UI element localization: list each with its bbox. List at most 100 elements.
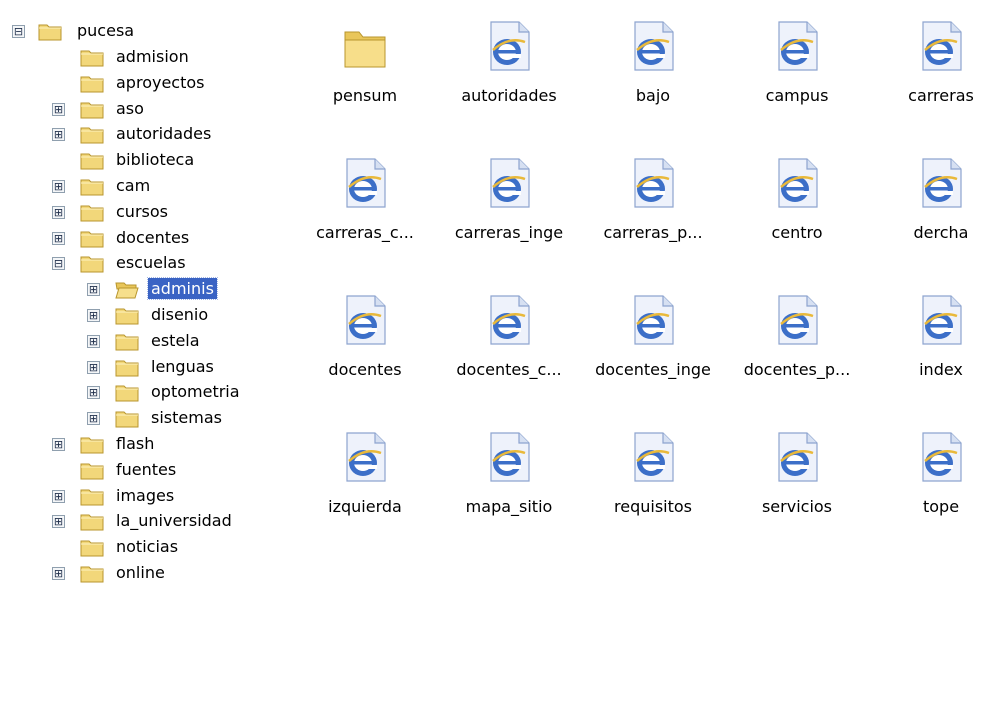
tree-node-lenguas[interactable]: ⊞ lenguas xyxy=(0,354,290,380)
folder-tree[interactable]: ⊟ pucesa admision aproyectos ⊞ aso ⊞ autorida… xyxy=(0,0,290,715)
tree-node-label: estela xyxy=(151,330,200,350)
folder-icon xyxy=(80,50,104,67)
tree-node-label: cursos xyxy=(116,201,168,221)
tree-node-label: docentes xyxy=(116,227,190,247)
folder-icon xyxy=(80,463,104,480)
file-item-dercha[interactable]: dercha xyxy=(871,157,991,242)
file-item-pensum[interactable]: pensum xyxy=(295,20,435,105)
expand-toggle-icon[interactable]: ⊞ xyxy=(52,205,65,219)
file-name-label: index xyxy=(919,360,963,379)
ie-html-icon xyxy=(778,432,818,482)
expand-toggle-icon[interactable]: ⊞ xyxy=(52,231,65,245)
tree-node-label: disenio xyxy=(151,305,209,324)
file-item-docentes-inge[interactable]: docentes_inge xyxy=(583,294,723,379)
file-item-docentes[interactable]: docentes xyxy=(295,294,435,379)
expand-toggle-icon[interactable]: ⊞ xyxy=(52,102,65,116)
tree-node-docentes[interactable]: ⊞ docentes xyxy=(0,225,290,251)
folder-icon xyxy=(80,153,104,170)
expand-toggle-icon[interactable]: ⊞ xyxy=(87,334,100,348)
tree-node-aso[interactable]: ⊞ aso xyxy=(0,96,290,122)
tree-node-autoridades[interactable]: ⊞ autoridades xyxy=(0,121,290,147)
tree-node-flash[interactable]: ⊞ flash xyxy=(0,431,290,457)
collapse-toggle-icon[interactable]: ⊟ xyxy=(12,25,25,38)
tree-node-admision[interactable]: admision xyxy=(0,44,290,70)
tree-node-label: la_universidad xyxy=(116,511,232,531)
ie-html-icon xyxy=(922,158,962,208)
file-item-autoridades[interactable]: autoridades xyxy=(439,20,579,105)
ie-html-icon xyxy=(346,158,386,208)
tree-node-sistemas[interactable]: ⊞ sistemas xyxy=(0,405,290,431)
file-name-label: autoridades xyxy=(461,86,557,105)
tree-node-label: aso xyxy=(116,98,144,118)
expand-toggle-icon[interactable]: ⊞ xyxy=(87,283,100,297)
tree-node-label: fuentes xyxy=(116,459,177,479)
tree-node-label: pucesa xyxy=(77,21,135,40)
folder-icon xyxy=(115,334,139,351)
tree-node-la-universidad[interactable]: ⊞ la_universidad xyxy=(0,508,290,534)
tree-node-label: escuelas xyxy=(116,253,186,273)
folder-icon xyxy=(80,566,104,583)
tree-node-noticias[interactable]: noticias xyxy=(0,534,290,560)
file-item-tope[interactable]: tope xyxy=(871,431,991,516)
file-list-pane[interactable]: pensum autoridades bajo campus carreras carre… xyxy=(290,0,991,715)
expand-toggle-icon[interactable]: ⊞ xyxy=(87,386,100,400)
tree-node-cam[interactable]: ⊞ cam xyxy=(0,173,290,199)
file-item-carreras-inge[interactable]: carreras_inge xyxy=(439,157,579,242)
folder-icon xyxy=(80,205,104,222)
folder-icon xyxy=(80,102,104,119)
file-name-label: campus xyxy=(765,86,829,105)
collapse-toggle-icon[interactable]: ⊟ xyxy=(52,257,65,271)
expand-toggle-icon[interactable]: ⊞ xyxy=(52,128,65,142)
file-item-carreras-p[interactable]: carreras_p... xyxy=(583,157,723,242)
file-item-carreras-c[interactable]: carreras_c... xyxy=(295,157,435,242)
tree-node-escuelas[interactable]: ⊟ escuelas xyxy=(0,250,290,276)
file-item-izquierda[interactable]: izquierda xyxy=(295,431,435,516)
tree-node-fuentes[interactable]: fuentes xyxy=(0,457,290,483)
folder-icon xyxy=(80,127,104,144)
file-name-label: docentes_inge xyxy=(595,360,711,379)
expand-toggle-icon[interactable]: ⊞ xyxy=(52,567,65,580)
file-item-docentes-c[interactable]: docentes_c... xyxy=(439,294,579,379)
folder-icon xyxy=(80,231,104,248)
tree-node-root[interactable]: ⊟ pucesa xyxy=(0,18,290,44)
expand-toggle-icon[interactable]: ⊞ xyxy=(52,515,65,529)
tree-node-label: aproyectos xyxy=(116,72,205,92)
file-item-servicios[interactable]: servicios xyxy=(727,431,867,516)
tree-node-label: flash xyxy=(116,434,155,453)
file-name-label: requisitos xyxy=(614,497,692,516)
file-item-docentes-p[interactable]: docentes_p... xyxy=(727,294,867,379)
expand-toggle-icon[interactable]: ⊞ xyxy=(52,180,65,193)
file-name-label: dercha xyxy=(913,223,969,242)
file-item-centro[interactable]: centro xyxy=(727,157,867,242)
file-name-label: carreras_p... xyxy=(603,223,703,242)
ie-html-icon xyxy=(490,21,530,71)
tree-node-optometria[interactable]: ⊞ optometria xyxy=(0,379,290,405)
file-item-carreras[interactable]: carreras xyxy=(871,20,991,105)
file-item-bajo[interactable]: bajo xyxy=(583,20,723,105)
tree-node-disenio[interactable]: ⊞ disenio xyxy=(0,302,290,328)
tree-node-estela[interactable]: ⊞ estela xyxy=(0,328,290,354)
tree-node-label: admision xyxy=(116,47,189,66)
expand-toggle-icon[interactable]: ⊞ xyxy=(52,489,65,503)
file-item-requisitos[interactable]: requisitos xyxy=(583,431,723,516)
file-item-campus[interactable]: campus xyxy=(727,20,867,105)
expand-toggle-icon[interactable]: ⊞ xyxy=(87,360,100,374)
tree-node-adminis[interactable]: ⊞ adminis xyxy=(0,276,290,302)
tree-node-online[interactable]: ⊞ online xyxy=(0,560,290,586)
file-name-label: tope xyxy=(922,497,960,516)
tree-node-label: lenguas xyxy=(151,356,214,376)
expand-toggle-icon[interactable]: ⊞ xyxy=(87,412,100,426)
tree-node-images[interactable]: ⊞ images xyxy=(0,483,290,509)
tree-node-label: noticias xyxy=(116,537,179,557)
ie-html-icon xyxy=(922,295,962,345)
folder-icon xyxy=(115,360,139,377)
expand-toggle-icon[interactable]: ⊞ xyxy=(52,438,65,451)
tree-node-biblioteca[interactable]: biblioteca xyxy=(0,147,290,173)
folder-icon xyxy=(38,24,62,41)
file-item-mapa-sitio[interactable]: mapa_sitio xyxy=(439,431,579,516)
file-item-index[interactable]: index xyxy=(871,294,991,379)
ie-html-icon xyxy=(634,158,674,208)
expand-toggle-icon[interactable]: ⊞ xyxy=(87,309,100,322)
tree-node-cursos[interactable]: ⊞ cursos xyxy=(0,199,290,225)
tree-node-aproyectos[interactable]: aproyectos xyxy=(0,70,290,96)
